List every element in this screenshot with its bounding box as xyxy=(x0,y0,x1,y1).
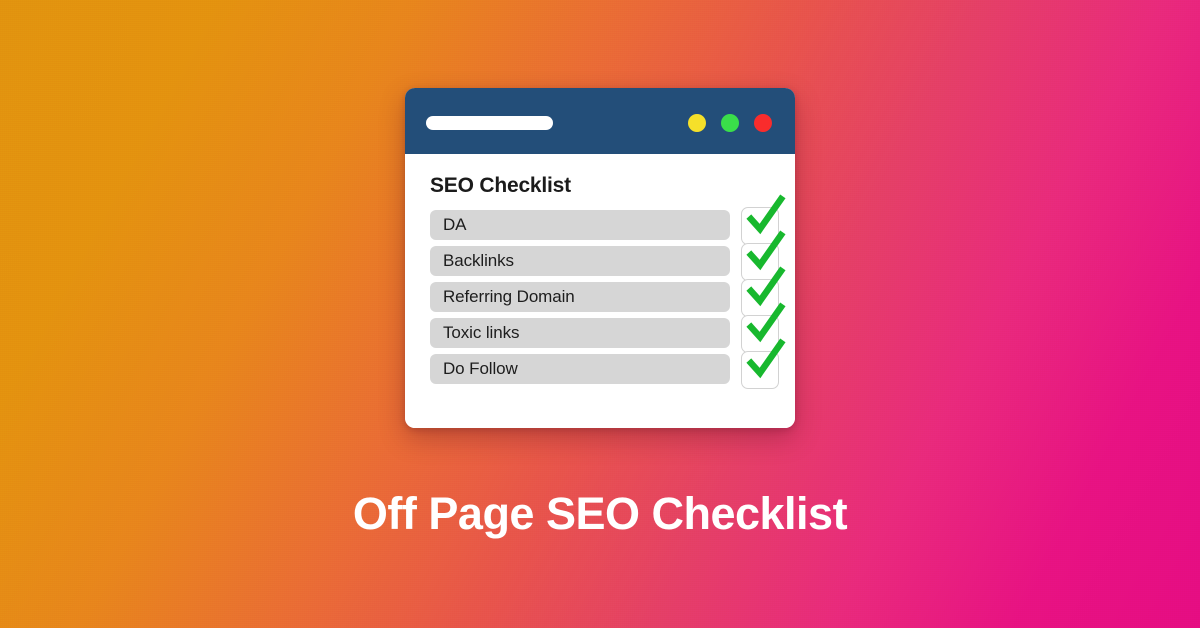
list-item[interactable]: DA xyxy=(430,194,795,245)
browser-title-bar xyxy=(405,88,795,154)
checklist-title: SEO Checklist xyxy=(430,174,571,197)
window-controls xyxy=(688,114,772,132)
close-dot[interactable] xyxy=(754,114,772,132)
list-item[interactable]: Backlinks xyxy=(430,230,795,281)
checklist-item-label: Toxic links xyxy=(430,318,730,348)
maximize-dot[interactable] xyxy=(721,114,739,132)
page-title: Off Page SEO Checklist xyxy=(352,488,848,539)
list-item[interactable]: Referring Domain xyxy=(430,266,795,317)
list-item[interactable]: Do Follow xyxy=(430,338,795,389)
checklist-item-label: Do Follow xyxy=(430,354,730,384)
checkbox-checked[interactable] xyxy=(741,338,786,389)
checklist: DA Backlinks Referring Domain Toxic link… xyxy=(405,194,795,389)
list-item[interactable]: Toxic links xyxy=(430,302,795,353)
checklist-item-label: Referring Domain xyxy=(430,282,730,312)
checklist-item-label: DA xyxy=(430,210,730,240)
minimize-dot[interactable] xyxy=(688,114,706,132)
checklist-item-label: Backlinks xyxy=(430,246,730,276)
browser-window-mockup: SEO Checklist DA Backlinks Referring Dom… xyxy=(405,88,795,428)
check-icon xyxy=(746,338,786,379)
checklist-card-body: SEO Checklist DA Backlinks Referring Dom… xyxy=(405,154,795,428)
address-bar[interactable] xyxy=(426,116,553,130)
